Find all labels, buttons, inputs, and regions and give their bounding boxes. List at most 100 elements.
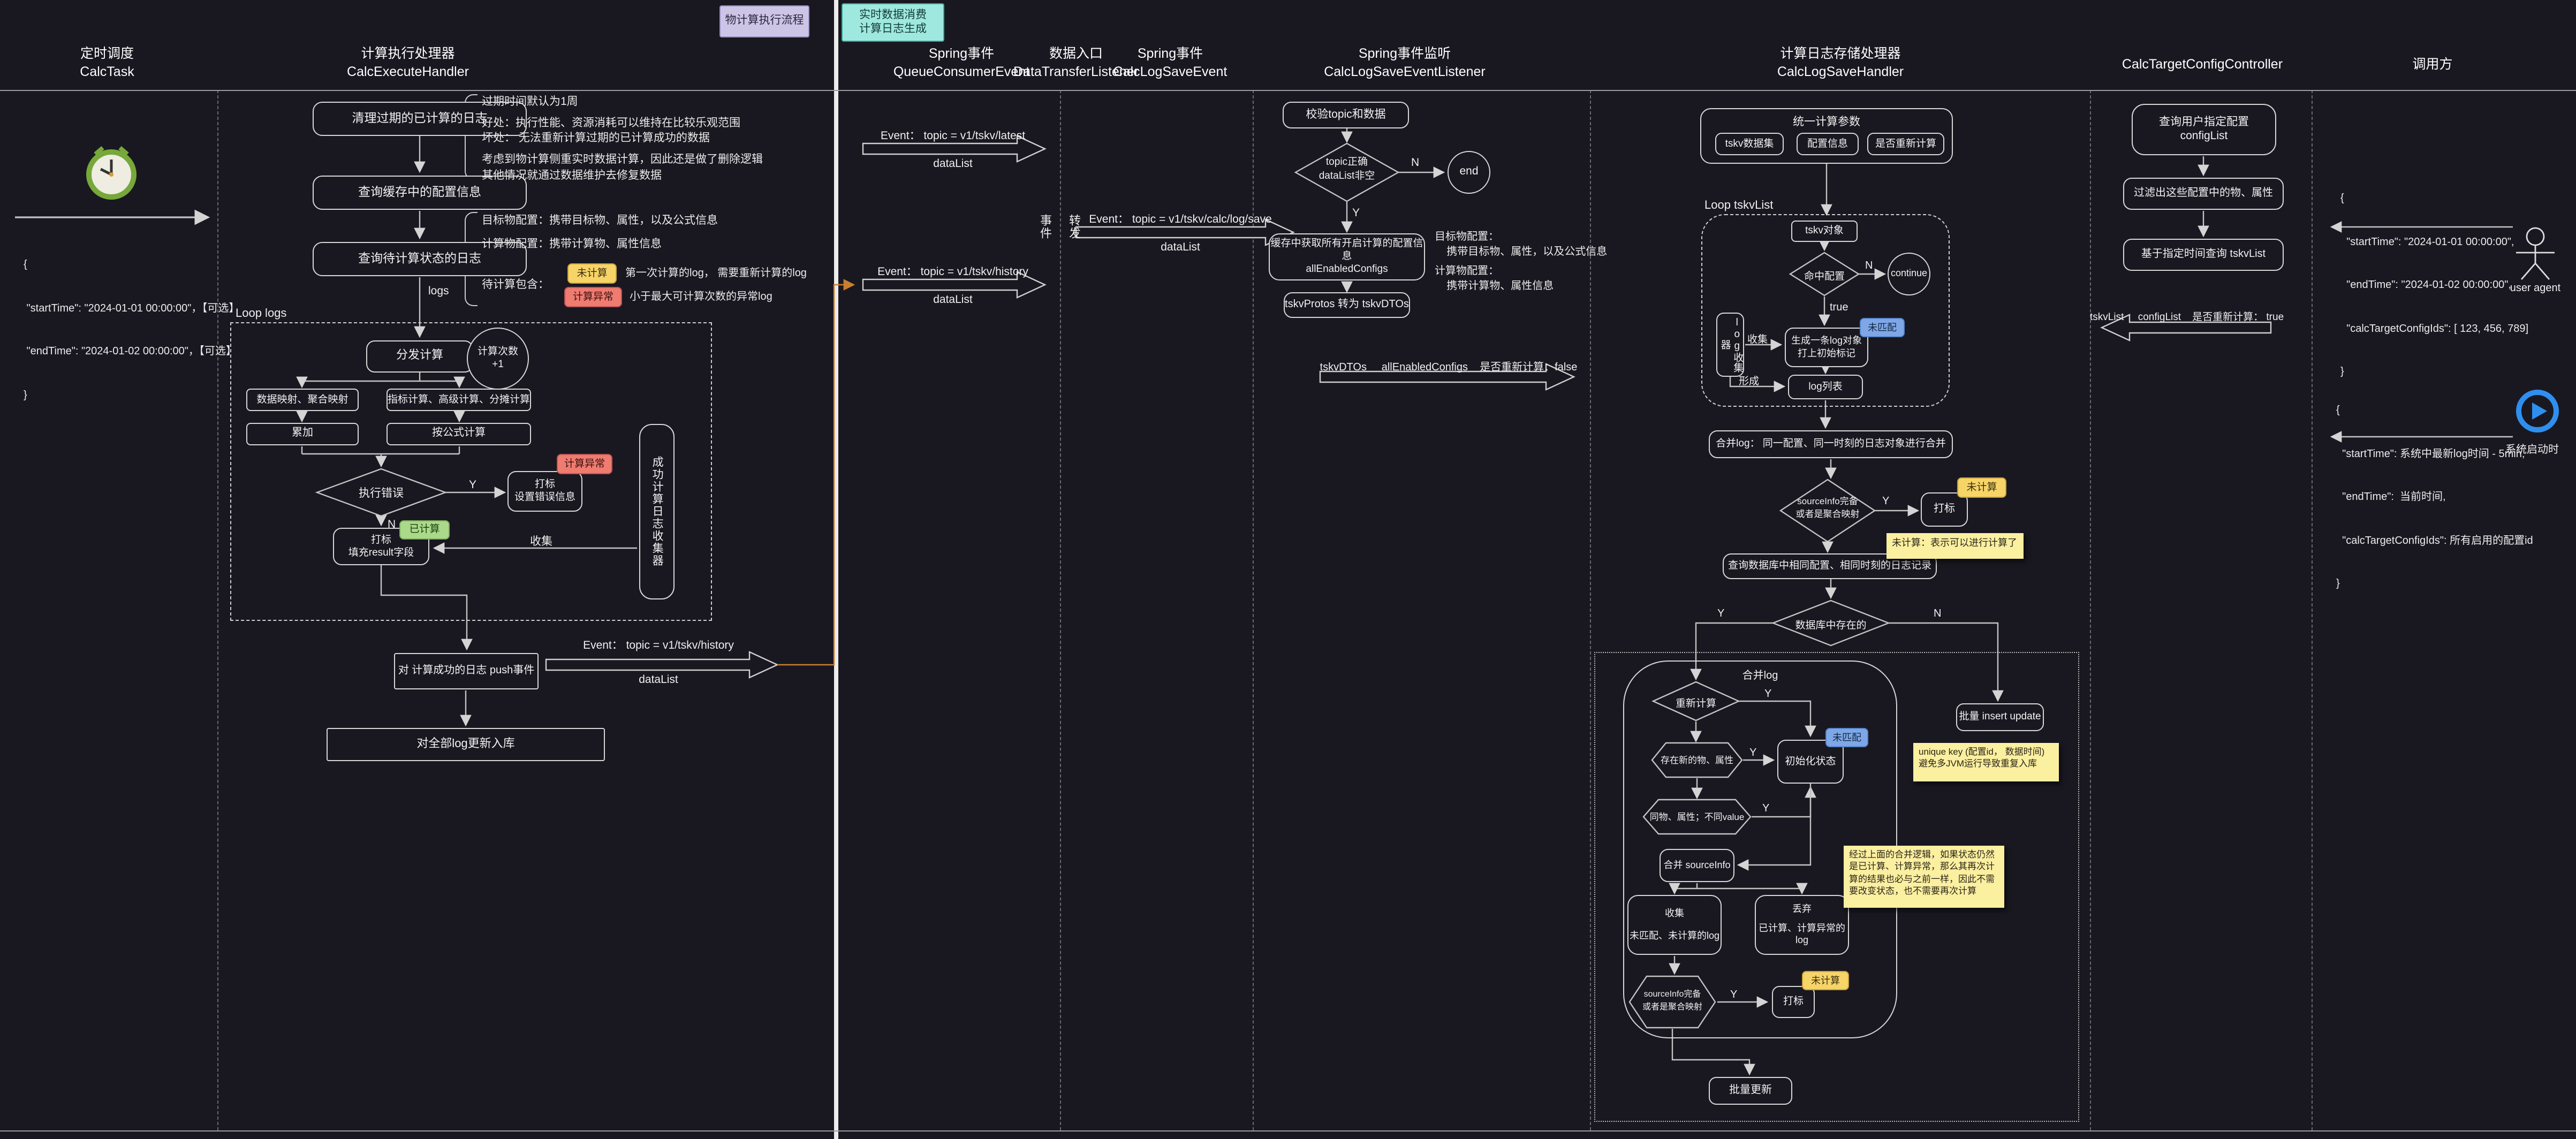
note-not-calculated-desc: 第一次计算的log， 需要重新计算的log bbox=[625, 267, 807, 282]
event-latest-payload: dataList bbox=[846, 157, 1060, 170]
step-mark-error: 打标 设置错误信息 bbox=[507, 471, 582, 512]
badge-unmatched: 未匹配 bbox=[1825, 728, 1868, 747]
step-query-by-time: 基于指定时间查询 tskvList bbox=[2123, 239, 2284, 271]
step-accumulate: 累加 bbox=[246, 423, 359, 445]
system-start-label: 系统启动时 bbox=[2505, 440, 2559, 456]
event-latest-label: Event： topic = v1/tskv/latest bbox=[846, 127, 1060, 143]
edge-label-y: Y bbox=[1762, 803, 1769, 815]
step-label: tskvProtos 转为 tskvDTOs bbox=[1285, 299, 1409, 312]
step-label: 按公式计算 bbox=[432, 428, 486, 441]
event-history2-payload: dataList bbox=[846, 293, 1060, 306]
event-history-payload: dataList bbox=[541, 673, 776, 686]
note-line: 计算物配置： bbox=[1435, 264, 1607, 279]
caller-startup-json: { "startTime": 系统中最新log时间 - 5min, "endTi… bbox=[2336, 375, 2533, 620]
legend-realtime-flow: 实时数据消费 计算日志生成 bbox=[842, 3, 944, 42]
badge-label: 未计算 bbox=[577, 269, 607, 279]
edge-label-y: Y bbox=[1882, 496, 1889, 507]
json-line: { bbox=[2340, 192, 2528, 206]
json-line: } bbox=[2336, 577, 2533, 591]
badge-not-calculated: 未计算 bbox=[567, 263, 617, 284]
diamond-sourceinfo-label: sourceInfo完备 或者是聚合映射 bbox=[1781, 496, 1875, 521]
hex-sourceinfo-label: sourceInfo完备 或者是聚合映射 bbox=[1632, 988, 1713, 1013]
step-label: log列表 bbox=[1808, 381, 1842, 393]
lane-title-en: CalcTargetConfigController bbox=[2106, 56, 2299, 74]
shape-success-log-collector: 成功计算日志收集器 bbox=[639, 424, 675, 599]
shape-log-collector: log收集器 bbox=[1716, 313, 1744, 377]
calctask-request-json: { "startTime": "2024-01-01 00:00:00"，【可选… bbox=[24, 229, 239, 431]
edge-label-collect: 收集 bbox=[1747, 331, 1768, 346]
step-label: 填充result字段 bbox=[348, 546, 414, 559]
rule-bottom bbox=[0, 1130, 2576, 1132]
badge-label: 未计算 bbox=[1811, 976, 1840, 985]
lane-title-en: CalcExecuteHandler bbox=[285, 63, 531, 81]
diagram-canvas: 物计算执行流程 实时数据消费 计算日志生成 定时调度 CalcTask 计算执行… bbox=[0, 0, 2576, 1139]
step-validate-topic: 校验topic和数据 bbox=[1283, 102, 1409, 128]
event-history-label: Event： topic = v1/tskv/history bbox=[541, 637, 776, 653]
step-dispatch-calc: 分发计算 bbox=[366, 340, 473, 373]
clock-icon bbox=[89, 148, 134, 197]
json-line: "endTime": "2024-01-02 00:00:00", bbox=[2340, 278, 2528, 293]
unified-params-title: 统一计算参数 bbox=[1700, 113, 1953, 130]
step-label: 设置错误信息 bbox=[514, 491, 575, 504]
badge-label: 计算异常 bbox=[564, 459, 605, 469]
shape-label: log收集器 bbox=[1717, 314, 1743, 376]
note-pending-contains: 待计算包含： bbox=[482, 277, 549, 293]
loop-tskvlist-label: Loop tskvList bbox=[1704, 199, 1773, 212]
step-label: 批量更新 bbox=[1729, 1084, 1772, 1098]
sticky-line: 是已计算、计算异常，那么其再次计 bbox=[1849, 861, 1999, 874]
edge-label-n: N bbox=[1934, 608, 1941, 620]
sticky-text: 未计算：表示可以进行计算了 bbox=[1892, 537, 2017, 548]
json-line: "calcTargetConfigIds": [ 123, 456, 789] bbox=[2340, 322, 2528, 336]
edge-label-collect: 收集 bbox=[530, 533, 552, 549]
lane-title-en: CalcLogSaveEvent bbox=[1074, 63, 1267, 81]
sticky-unique-key: unique key (配置id， 数据时间) 避免多JVM运行导致重复入库 bbox=[1913, 743, 2059, 781]
step-label: 打标 bbox=[1934, 503, 1955, 517]
sticky-line: 避免多JVM运行导致重复入库 bbox=[1919, 758, 2054, 771]
json-line: "endTime": "2024-01-02 00:00:00"，【可选】 bbox=[24, 345, 239, 359]
lane-title-cn: 定时调度 bbox=[11, 45, 203, 63]
diamond-db-exists-label: 数据库中存在的 bbox=[1777, 617, 1884, 632]
note-expiration-policy: 过期时间默认为1周 好处：执行性能、资源消耗可以维持在比较乐观范围 坏处： 无法… bbox=[482, 94, 763, 184]
step-label: 打上初始标记 bbox=[1798, 347, 1855, 360]
lane-title-cn: 调用方 bbox=[2336, 56, 2529, 74]
edge-label-logs: logs bbox=[428, 285, 449, 298]
lane-separator bbox=[2090, 90, 2091, 1130]
edge-label-n: N bbox=[1865, 260, 1873, 272]
note-line: 其他情况就通过数据维护去修复数据 bbox=[482, 168, 763, 184]
sticky-line: 算的结果也必与之前一样，因此不需 bbox=[1849, 874, 1999, 886]
step-label: 数据映射、聚合映射 bbox=[256, 393, 348, 406]
shape-new-attr-label: 存在新的物、属性 bbox=[1654, 754, 1740, 766]
json-line: "startTime": 系统中最新log时间 - 5min, bbox=[2336, 447, 2533, 461]
user-agent-label: user agent bbox=[2503, 283, 2567, 294]
diamond-recalc-label: 重新计算 bbox=[1660, 695, 1732, 710]
step-convert-protos: tskvProtos 转为 tskvDTOs bbox=[1284, 292, 1410, 318]
step-label: 分发计算 bbox=[396, 349, 443, 364]
lane-title-cn: 计算执行处理器 bbox=[285, 45, 531, 63]
step-query-user-config: 查询用户指定配置 configList bbox=[2132, 104, 2276, 155]
note-line: 好处：执行性能、资源消耗可以维持在比较乐观范围 bbox=[482, 115, 763, 131]
shape-end: end bbox=[1448, 151, 1490, 194]
step-label: configList bbox=[2180, 130, 2228, 143]
step-collect-logs: 收集 未匹配、未计算的log bbox=[1627, 895, 1722, 955]
legend-realtime-line2: 计算日志生成 bbox=[859, 22, 927, 36]
edge-label-y: Y bbox=[469, 479, 476, 491]
step-label: tskv对象 bbox=[1805, 225, 1844, 238]
legend-physical-label: 物计算执行流程 bbox=[725, 14, 804, 28]
step-label: 打标 bbox=[535, 479, 555, 491]
diamond-hit-config-label: 命中配置 bbox=[1792, 268, 1857, 283]
frame-merge-log-title: 合并log bbox=[1623, 666, 1897, 682]
json-line: { bbox=[24, 258, 239, 272]
badge-not-calculated: 未计算 bbox=[1957, 477, 2006, 498]
diamond-line: topic正确 bbox=[1300, 156, 1394, 170]
edge-label-n: N bbox=[1411, 156, 1419, 169]
lane-header-controller: CalcTargetConfigController bbox=[2106, 56, 2299, 74]
label-event-forward-left: 事件 bbox=[1036, 214, 1054, 240]
badge-label: 计算异常 bbox=[573, 292, 613, 302]
lane-title-cn: Spring事件监听 bbox=[1308, 45, 1501, 63]
arrow-tskvdtos-label: tskvDTOs allEnabledConfigs 是否重新计算：false bbox=[1315, 358, 1582, 374]
lane-header-caller: 调用方 bbox=[2336, 56, 2529, 74]
hex-line: 或者是聚合映射 bbox=[1632, 1000, 1713, 1013]
lane-header-exechandler: 计算执行处理器 CalcExecuteHandler bbox=[285, 45, 531, 81]
legend-physical-flow: 物计算执行流程 bbox=[719, 5, 809, 37]
diamond-line: 或者是聚合映射 bbox=[1781, 508, 1875, 521]
